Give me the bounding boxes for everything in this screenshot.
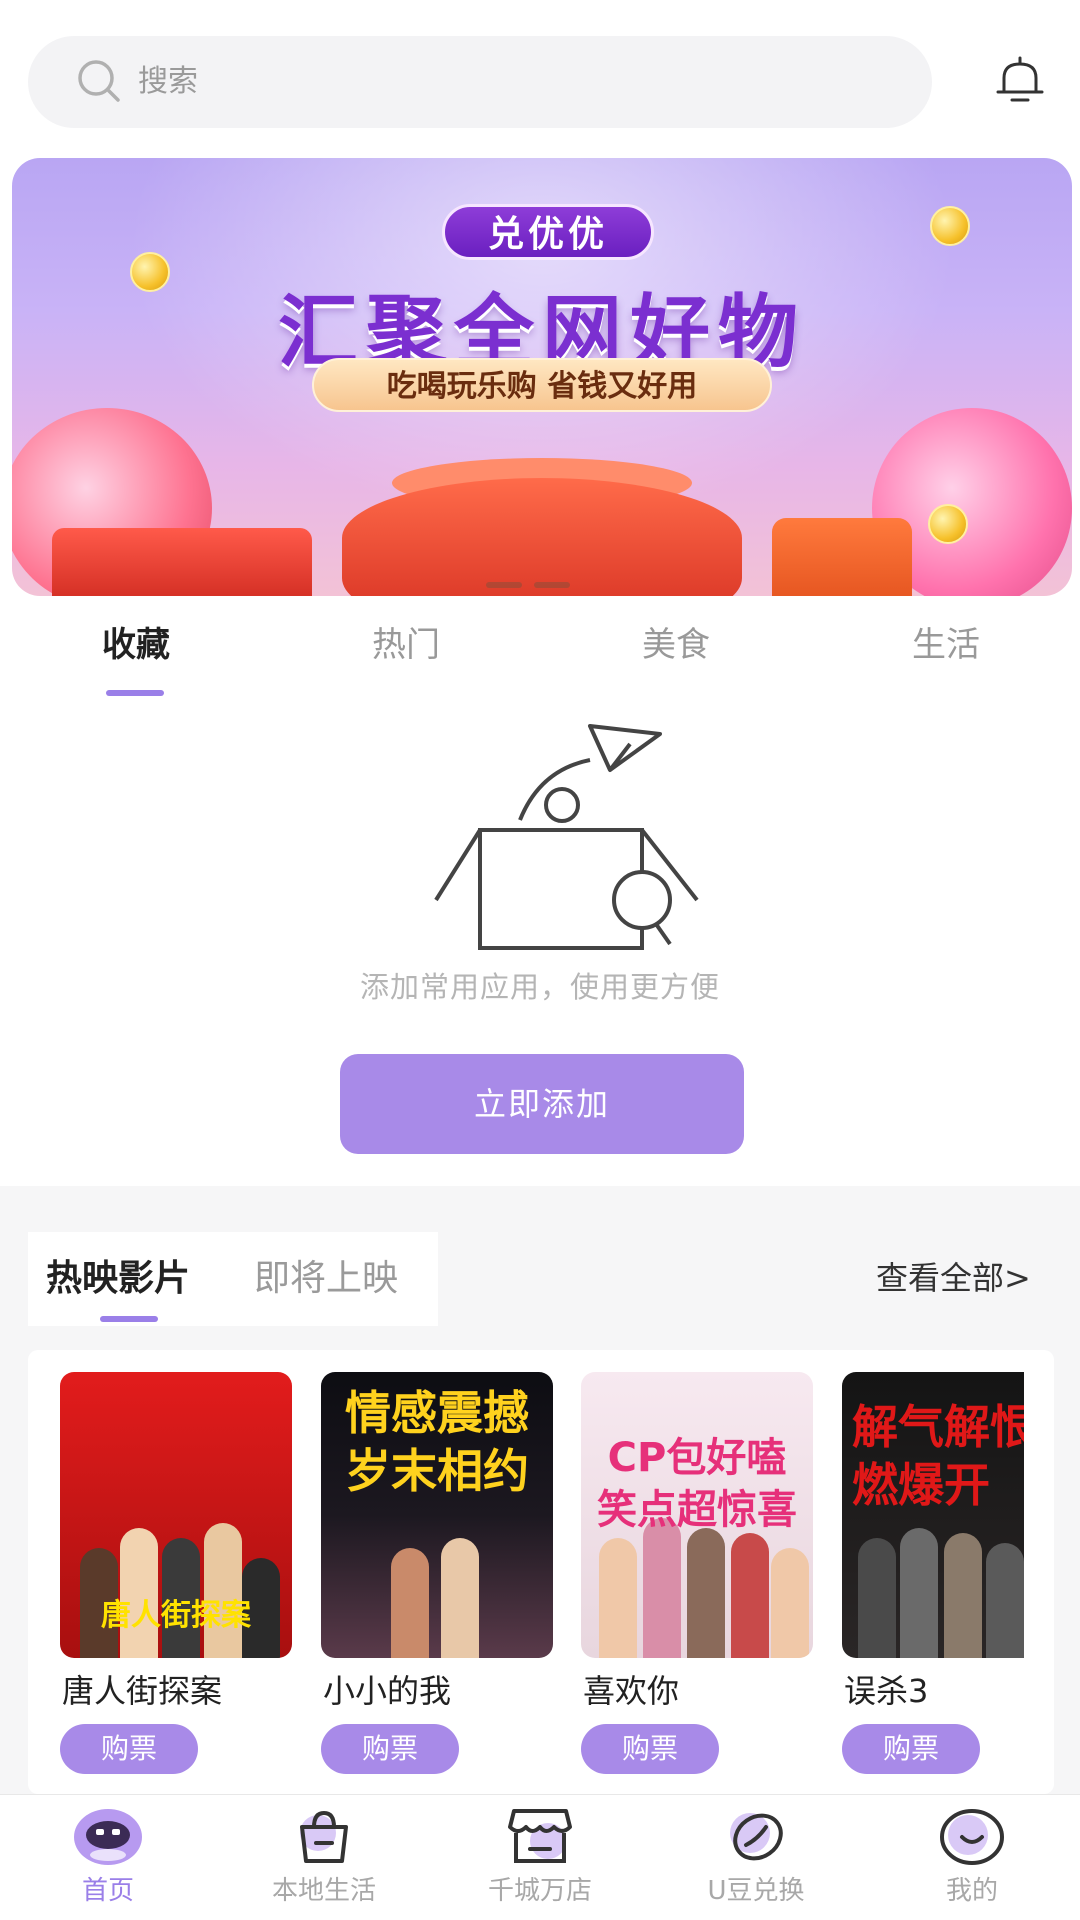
add-now-button[interactable]: 立即添加	[340, 1054, 744, 1154]
movie-poster[interactable]: 情感震撼岁末相约	[321, 1372, 553, 1658]
bottom-nav: 首页 本地生活 千城万店 U豆兑换 我的	[0, 1794, 1080, 1920]
banner-badge: 兑优优	[442, 204, 654, 260]
nav-local-life[interactable]: 本地生活	[244, 1805, 404, 1915]
poster-figures	[852, 1508, 1024, 1658]
movie-card[interactable]: 情感震撼岁末相约 小小的我 购票	[321, 1372, 553, 1792]
tab-hot[interactable]: 热门	[306, 620, 506, 670]
buy-ticket-button[interactable]: 购票	[581, 1724, 719, 1774]
movie-poster[interactable]: 唐人街探案	[60, 1372, 292, 1658]
banner-stage	[342, 478, 742, 596]
tab-food[interactable]: 美食	[576, 620, 776, 670]
poster-text: 唐人街探案	[101, 1598, 251, 1633]
empty-box-icon	[434, 724, 699, 950]
shopping-bag-icon	[300, 1810, 348, 1863]
nav-stores[interactable]: 千城万店	[460, 1805, 620, 1915]
movie-title: 唐人街探案	[62, 1672, 223, 1710]
coin-icon	[928, 504, 968, 544]
nav-home[interactable]: 首页	[28, 1805, 188, 1915]
banner-page-indicator	[486, 582, 570, 590]
buy-ticket-button[interactable]: 购票	[60, 1724, 198, 1774]
nav-bean-exchange-label: U豆兑换	[707, 1876, 805, 1906]
movie-card[interactable]: 唐人街探案 唐人街探案 购票	[60, 1372, 292, 1792]
tab-life[interactable]: 生活	[846, 620, 1046, 670]
search-icon	[78, 60, 120, 102]
tab-coming-soon[interactable]: 即将上映	[254, 1254, 398, 1304]
movie-title: 小小的我	[323, 1672, 452, 1710]
banner-subtitle: 吃喝玩乐购 省钱又好用	[312, 358, 772, 412]
nav-stores-label: 千城万店	[487, 1876, 592, 1906]
nav-profile-label: 我的	[945, 1876, 998, 1906]
bell-icon[interactable]	[992, 52, 1048, 108]
category-tabs: 收藏 热门 美食 生活	[0, 620, 1080, 700]
buy-ticket-button[interactable]: 购票	[321, 1724, 459, 1774]
movie-tabs: 热映影片 即将上映	[28, 1232, 438, 1326]
buy-ticket-button[interactable]: 购票	[842, 1724, 980, 1774]
movie-title: 喜欢你	[583, 1672, 680, 1710]
bean-exchange-icon	[730, 1813, 783, 1861]
movie-card[interactable]: 解气解恨燃爆开 误杀3 购票	[842, 1372, 1054, 1792]
smile-profile-icon	[940, 1809, 1004, 1865]
nav-bean-exchange[interactable]: U豆兑换	[676, 1805, 836, 1915]
top-header: 搜索	[0, 0, 1080, 150]
poster-text: 解气解恨燃爆开	[852, 1400, 1024, 1512]
movie-card[interactable]: CP包好嗑笑点超惊喜 喜欢你 购票	[581, 1372, 813, 1792]
movie-list: 唐人街探案 唐人街探案 购票 情感震撼岁末相约 小小的我 购票 CP包好嗑笑点超…	[28, 1350, 1054, 1794]
empty-state-text: 添加常用应用，使用更方便	[359, 970, 720, 1004]
movie-tab-indicator	[100, 1316, 158, 1322]
poster-figures	[331, 1508, 543, 1658]
tab-favorites[interactable]: 收藏	[36, 620, 236, 670]
poster-text: CP包好嗑笑点超惊喜	[597, 1435, 797, 1533]
robot-home-icon	[74, 1809, 142, 1865]
search-bar[interactable]: 搜索	[28, 36, 932, 128]
banner-decoration-right-box	[772, 518, 912, 596]
storefront-icon	[508, 1809, 572, 1863]
tab-now-showing[interactable]: 热映影片	[46, 1254, 190, 1304]
nav-local-life-label: 本地生活	[271, 1876, 376, 1906]
tab-indicator	[106, 690, 164, 696]
nav-home-label: 首页	[81, 1876, 134, 1906]
promo-banner[interactable]: 兑优优 汇聚全网好物 吃喝玩乐购 省钱又好用	[12, 158, 1072, 596]
movie-title: 误杀3	[844, 1672, 929, 1710]
coin-icon	[930, 206, 970, 246]
movie-poster[interactable]: 解气解恨燃爆开	[842, 1372, 1024, 1658]
banner-decoration-left-box	[52, 528, 312, 596]
search-placeholder: 搜索	[138, 64, 198, 99]
nav-profile[interactable]: 我的	[892, 1805, 1052, 1915]
see-all-link[interactable]: 查看全部>	[876, 1254, 1031, 1302]
movie-poster[interactable]: CP包好嗑笑点超惊喜	[581, 1372, 813, 1658]
poster-text: 情感震撼岁末相约	[345, 1386, 529, 1498]
